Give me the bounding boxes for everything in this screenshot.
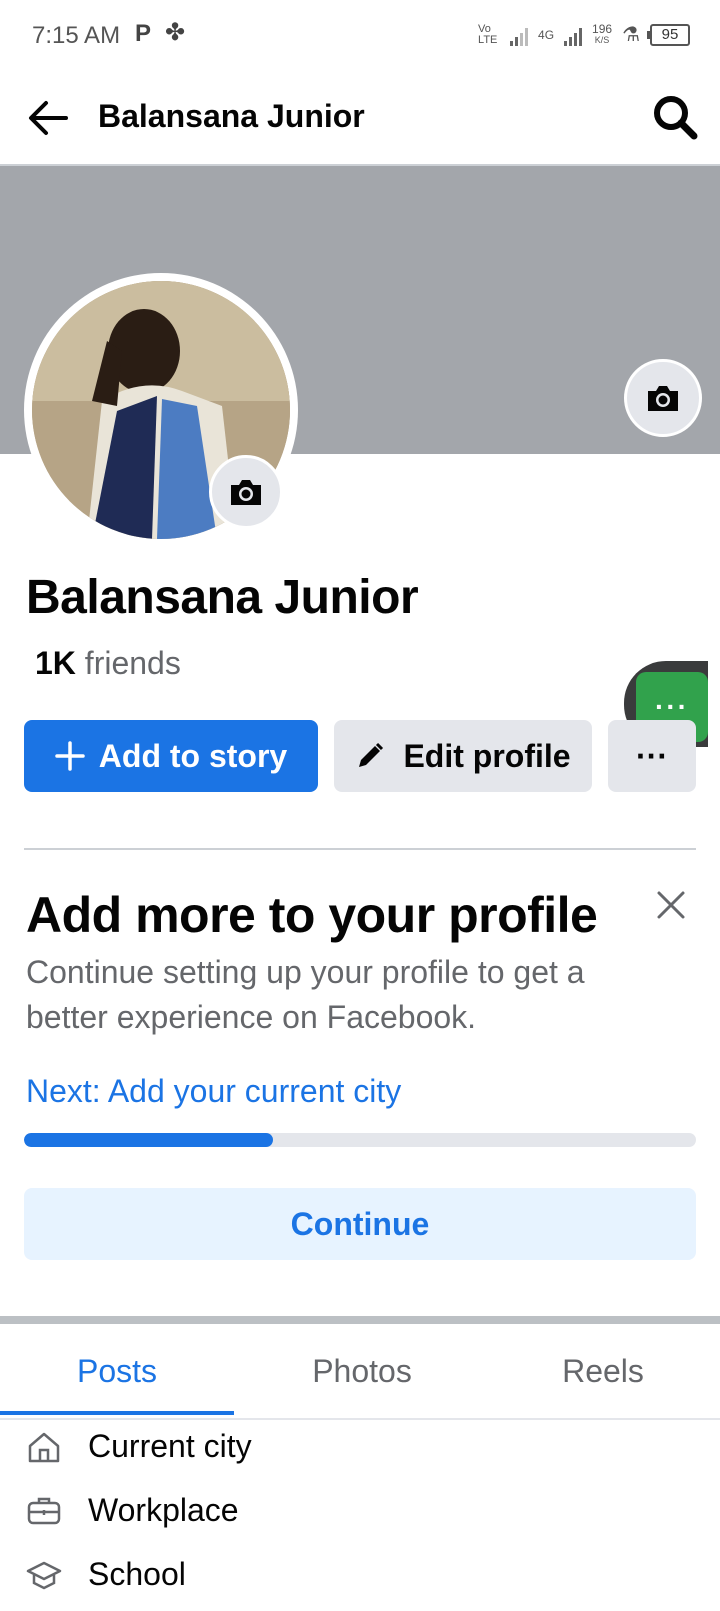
completion-card-description: Continue setting up your profile to get … [26,954,585,1035]
parking-icon: P [135,20,152,47]
divider [24,848,696,850]
profile-tabs: Posts Photos Reels [0,1324,720,1420]
section-separator [0,1316,720,1324]
detail-label: Workplace [88,1492,239,1528]
status-bar: 7:15 AM P ✤ Vo LTE 4G 196 K/S ⚗ 95 [0,0,720,72]
completion-progress-bar [24,1133,696,1147]
signal-icon [510,24,529,46]
tab-posts[interactable]: Posts [0,1324,234,1418]
camera-icon [648,386,678,411]
briefcase-icon [27,1497,61,1524]
close-icon[interactable] [656,890,686,925]
edit-profile-label: Edit profile [403,737,571,774]
detail-label: School [88,1556,186,1592]
back-arrow-icon[interactable] [26,98,68,143]
completion-card-title: Add more to your profile [26,887,598,943]
status-time: 7:15 AM [32,22,121,49]
speed-indicator: 196 K/S [592,21,613,46]
speed-unit: K/S [594,34,610,45]
detail-school[interactable]: School [26,1556,186,1593]
cover-camera-button[interactable] [624,359,702,437]
speed-value: 196 [592,21,613,36]
detail-workplace[interactable]: Workplace [26,1492,239,1529]
friends-number: 1K [35,645,76,681]
search-icon[interactable] [652,94,698,145]
completion-progress-fill [24,1133,273,1147]
plus-icon [55,741,85,771]
profile-name: Balansana Junior [26,571,419,624]
battery-icon: 95 [647,23,690,46]
friends-count[interactable]: 1K friends [35,645,181,682]
header-title: Balansana Junior [98,98,365,134]
more-options-button[interactable]: ··· [608,720,696,792]
detail-current-city[interactable]: Current city [26,1428,252,1465]
detail-label: Current city [88,1428,252,1464]
friends-label: friends [84,645,181,681]
flask-icon: ⚗ [622,24,640,46]
network-type: 4G [538,27,555,42]
camera-icon [231,480,261,505]
avatar-camera-button[interactable] [209,455,283,529]
signal-icon-2 [564,24,583,46]
continue-button[interactable]: Continue [24,1188,696,1260]
pencil-icon [359,742,384,767]
top-app-bar: Balansana Junior [0,72,720,166]
status-indicators: Vo LTE 4G 196 K/S ⚗ 95 [478,22,690,47]
tab-photos[interactable]: Photos [245,1324,479,1418]
graduation-cap-icon [26,1561,62,1589]
tab-reels[interactable]: Reels [486,1324,720,1418]
fan-icon: ✤ [165,19,186,46]
add-to-story-label: Add to story [98,737,288,774]
active-tab-indicator [0,1411,234,1415]
next-step-link[interactable]: Next: Add your current city [26,1073,401,1110]
edit-profile-button[interactable]: Edit profile [334,720,592,792]
add-to-story-button[interactable]: Add to story [24,720,318,792]
home-icon [28,1432,60,1462]
volte-indicator: Vo LTE [478,22,498,46]
